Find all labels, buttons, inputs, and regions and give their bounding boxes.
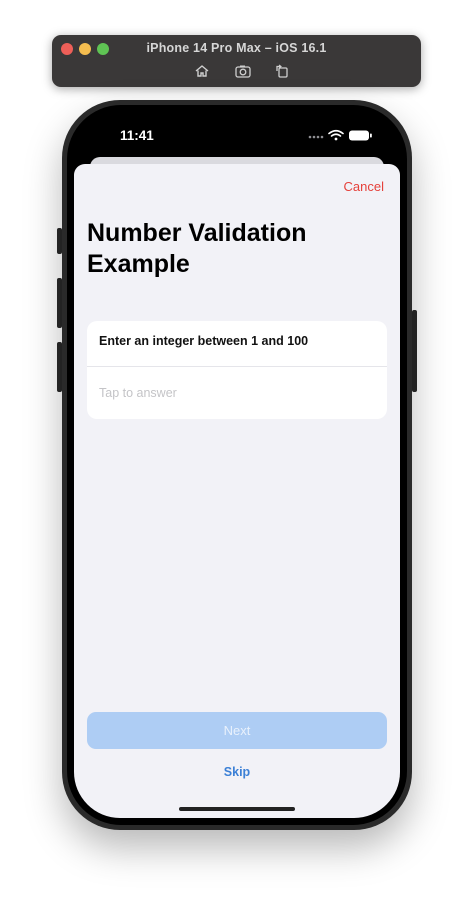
next-button[interactable]: Next <box>87 712 387 749</box>
modal-sheet: Cancel Number Validation Example Enter a… <box>74 164 400 818</box>
question-label: Enter an integer between 1 and 100 <box>99 334 309 348</box>
simulator-title: iPhone 14 Pro Max – iOS 16.1 <box>146 41 327 55</box>
card-divider <box>87 366 387 367</box>
device-screen: 11:41 Cancel Number Validation Example E… <box>74 112 400 818</box>
skip-button[interactable]: Skip <box>74 765 400 779</box>
volume-down-button <box>57 342 62 392</box>
wifi-icon <box>328 129 344 137</box>
action-button <box>57 228 62 254</box>
status-time: 11:41 <box>120 128 154 143</box>
signal-dots-icon <box>308 135 324 139</box>
question-card: Enter an integer between 1 and 100 <box>87 321 387 419</box>
battery-icon <box>349 130 372 141</box>
status-icons <box>308 128 374 142</box>
home-indicator <box>179 807 295 811</box>
page-title: Number Validation Example <box>87 219 307 278</box>
volume-up-button <box>57 278 62 328</box>
screenshot-icon[interactable] <box>234 63 252 79</box>
simulator-title-bar: iPhone 14 Pro Max – iOS 16.1 <box>52 35 421 87</box>
cancel-button[interactable]: Cancel <box>344 179 384 194</box>
rotate-icon[interactable] <box>273 63 291 79</box>
power-button <box>412 310 417 392</box>
home-icon[interactable] <box>193 63 211 79</box>
answer-input[interactable] <box>99 383 375 403</box>
